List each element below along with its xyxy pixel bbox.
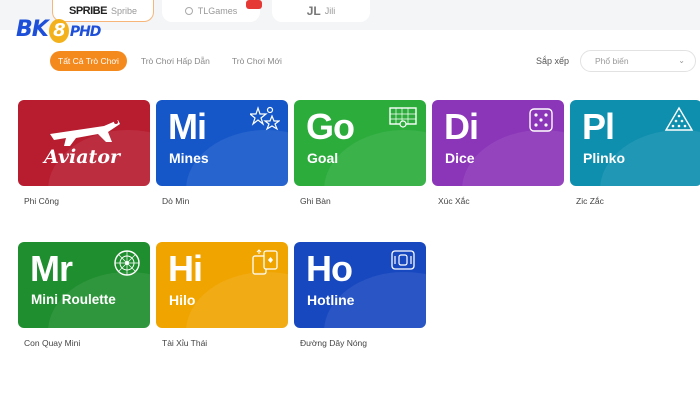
- logo-bk: BK: [16, 17, 49, 42]
- game-caption[interactable]: Zic Zắc: [576, 196, 604, 206]
- game-title: Hilo: [169, 292, 196, 308]
- game-card-hotline[interactable]: Ho Hotline: [294, 242, 426, 328]
- category-filters: Tất Cả Trò Chơi Trò Chơi Hấp Dẫn Trò Chơ…: [50, 51, 290, 71]
- game-card-aviator[interactable]: Aviator: [18, 100, 150, 186]
- game-abbr: Hi: [168, 248, 203, 289]
- game-card-mini-roulette[interactable]: Mr Mini Roulette: [18, 242, 150, 328]
- game-title: Aviator: [44, 146, 120, 168]
- phone-icon: [391, 250, 415, 270]
- filter-all-games[interactable]: Tất Cả Trò Chơi: [50, 51, 127, 71]
- logo-suffix: PHD: [69, 24, 102, 40]
- sort-selected-value: Phổ biến: [595, 56, 629, 66]
- provider-label: Jili: [324, 6, 336, 16]
- game-caption[interactable]: Xúc Xắc: [438, 196, 470, 206]
- game-card-hilo[interactable]: Hi Hilo: [156, 242, 288, 328]
- game-caption[interactable]: Đường Dây Nóng: [300, 338, 367, 348]
- game-caption[interactable]: Ghi Bàn: [300, 196, 331, 206]
- game-card-mines[interactable]: Mi Mines: [156, 100, 288, 186]
- provider-tab-jili[interactable]: JL Jili: [272, 0, 370, 22]
- game-title: Hotline: [307, 292, 355, 308]
- tlgames-logo-icon: [184, 7, 193, 15]
- game-caption[interactable]: Tài Xỉu Thái: [162, 338, 207, 348]
- jili-brand: JL: [306, 4, 321, 18]
- goal-net-icon: [389, 107, 417, 128]
- sort-select[interactable]: Phổ biến ⌄: [580, 50, 696, 72]
- game-title: Mini Roulette: [31, 292, 116, 307]
- stars-icon: [250, 106, 280, 131]
- chevron-down-icon: ⌄: [678, 56, 685, 65]
- site-logo[interactable]: BK 8 PHD: [16, 12, 138, 48]
- triangle-pegs-icon: [664, 106, 694, 131]
- game-caption[interactable]: Phi Công: [24, 196, 59, 206]
- game-abbr: Ho: [306, 248, 353, 289]
- game-abbr: Di: [444, 106, 479, 147]
- game-abbr: Go: [306, 106, 355, 147]
- logo-text: BK 8 PHD: [16, 17, 102, 43]
- game-card-plinko[interactable]: Pl Plinko: [570, 100, 700, 186]
- game-title: Goal: [307, 150, 339, 166]
- game-caption[interactable]: Con Quay Mini: [24, 338, 80, 348]
- filter-new-games[interactable]: Trò Chơi Mới: [224, 51, 290, 71]
- game-caption[interactable]: Dò Mìn: [162, 196, 189, 206]
- game-abbr: Pl: [582, 106, 615, 147]
- dice-icon: [529, 108, 553, 132]
- new-badge: [246, 0, 262, 9]
- game-title: Mines: [169, 150, 209, 166]
- game-title: Dice: [445, 150, 475, 166]
- filter-hot-games[interactable]: Trò Chơi Hấp Dẫn: [133, 51, 218, 71]
- game-card-goal[interactable]: Go Goal: [294, 100, 426, 186]
- provider-label: TLGames: [197, 6, 238, 16]
- roulette-wheel-icon: [114, 250, 140, 276]
- game-abbr: Mi: [168, 106, 207, 147]
- game-title: Plinko: [583, 150, 626, 166]
- sort-label: Sắp xếp: [536, 56, 570, 66]
- logo-eight: 8: [48, 19, 69, 43]
- game-abbr: Mr: [30, 248, 73, 289]
- cards-icon: [252, 249, 278, 275]
- airplane-icon: [50, 120, 120, 146]
- game-card-dice[interactable]: Di Dice: [432, 100, 564, 186]
